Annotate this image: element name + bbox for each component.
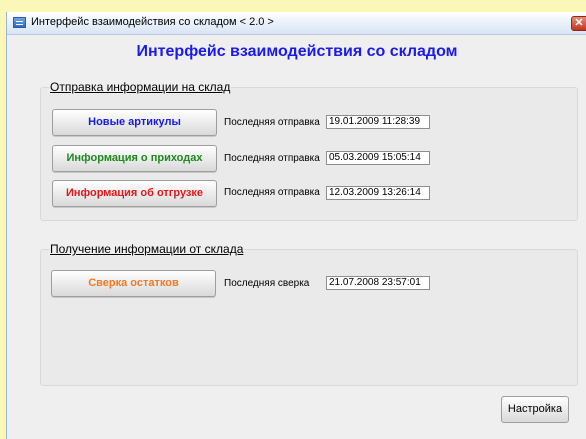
send-group-title: Отправка информации на склад xyxy=(49,80,232,94)
stock-reconciliation-button[interactable]: Сверка остатков xyxy=(51,270,216,297)
receive-group-title: Получение информации от склада xyxy=(49,242,245,256)
last-send-receipts-field[interactable]: 05.03.2009 15:05:14 xyxy=(326,151,430,165)
receive-group: Получение информации от склада Сверка ос… xyxy=(40,242,578,386)
page-heading: Интерфейс взаимодействия со складом xyxy=(136,43,458,60)
window-title: Интерфейс взаимодействия со складом < 2.… xyxy=(31,16,274,28)
close-button[interactable]: ✕ xyxy=(571,16,586,31)
last-send-new-articles-field[interactable]: 19.01.2009 11:28:39 xyxy=(326,115,430,129)
title-bar[interactable]: Интерфейс взаимодействия со складом < 2.… xyxy=(7,12,586,35)
settings-button[interactable]: Настройка xyxy=(501,396,569,423)
last-send-label: Последняя отправка xyxy=(224,153,320,164)
new-articles-button[interactable]: Новые артикулы xyxy=(52,109,217,136)
last-send-label: Последняя отправка xyxy=(224,117,320,128)
close-icon: ✕ xyxy=(574,17,584,29)
shipment-info-button[interactable]: Информация об отгрузке xyxy=(52,180,217,207)
send-group: Отправка информации на склад Новые артик… xyxy=(40,80,578,221)
last-reconciliation-field[interactable]: 21.07.2008 23:57:01 xyxy=(326,276,430,290)
receipts-info-button[interactable]: Информация о приходах xyxy=(52,145,217,172)
app-window: Интерфейс взаимодействия со складом < 2.… xyxy=(6,12,586,439)
form-icon xyxy=(13,17,26,28)
last-send-label: Последняя отправка xyxy=(224,187,320,198)
last-send-shipment-field[interactable]: 12.03.2009 13:26:14 xyxy=(326,186,430,200)
last-reconciliation-label: Последняя сверка xyxy=(224,278,310,289)
